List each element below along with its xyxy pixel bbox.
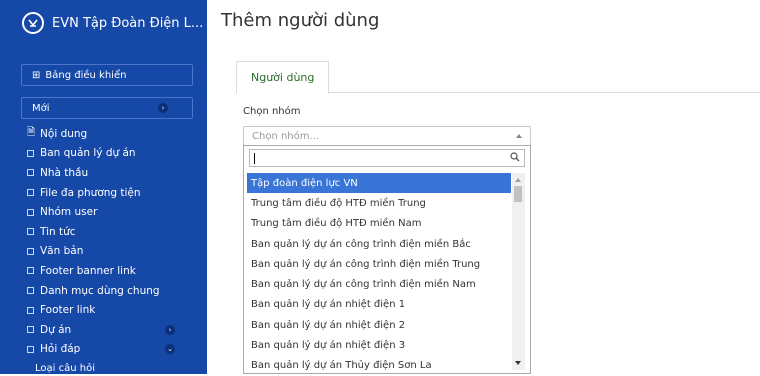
sidebar-item-ban-quan-ly-du-an[interactable]: Ban quản lý dự án (27, 144, 197, 164)
scroll-up-icon[interactable] (515, 178, 521, 182)
dropdown-option[interactable]: Ban quản lý dự án nhiệt điện 2 (247, 315, 511, 335)
square-icon (27, 306, 34, 314)
sidebar-item-nhom-user[interactable]: Nhóm user (27, 202, 197, 222)
sidebar-item-file-da-phuong-tien[interactable]: File đa phương tiện (27, 183, 197, 203)
sidebar: EVN Tập Đoàn Điện L... ⊞ Bảng điều khiển… (0, 0, 207, 374)
sidebar-item-du-an[interactable]: Dự án › (27, 320, 197, 340)
dashboard-button[interactable]: ⊞ Bảng điều khiển (21, 64, 193, 86)
dropdown-option[interactable]: Ban quản lý dự án nhiệt điện 1 (247, 295, 511, 315)
dropdown-scrollbar[interactable] (512, 173, 525, 370)
tab-nguoi-dung[interactable]: Người dùng (236, 61, 330, 94)
dropdown-option[interactable]: Ban quản lý dự án công trình điện miền T… (247, 254, 511, 274)
dropdown-option[interactable]: Ban quản lý dự án công trình điện miền B… (247, 234, 511, 254)
sidebar-item-label: Danh mục dùng chung (40, 284, 160, 297)
square-icon (27, 208, 34, 216)
chevron-down-icon: ⌄ (165, 344, 175, 355)
sidebar-menu: 🗎 Nội dung Ban quản lý dự án Nhà thầu Fil… (27, 124, 197, 374)
sidebar-item-van-ban[interactable]: Văn bản (27, 242, 197, 262)
dropdown-option[interactable]: Ban quản lý dự án Thủy điện Sơn La (247, 356, 511, 376)
sidebar-subitem-loai-cau-hoi[interactable]: Loại câu hỏi (27, 359, 197, 374)
tab-bar: Người dùng (236, 61, 760, 94)
sidebar-item-label: Văn bản (40, 245, 84, 258)
dropdown-options: Tập đoàn điện lực VN Trung tâm điều độ H… (247, 173, 511, 376)
sidebar-item-hoi-dap[interactable]: Hỏi đáp ⌄ (27, 340, 197, 360)
text-cursor (254, 152, 255, 164)
chevron-right-icon: › (158, 103, 168, 113)
group-label: Chọn nhóm (243, 106, 301, 117)
sidebar-item-label: Nhà thầu (40, 166, 89, 179)
brand-title: EVN Tập Đoàn Điện L... (52, 15, 204, 31)
scroll-down-icon[interactable] (515, 361, 521, 365)
square-icon (27, 345, 34, 353)
group-select[interactable]: Chọn nhóm... (243, 126, 531, 146)
dropdown-option[interactable]: Trung tâm điều độ HTĐ miền Nam (247, 214, 511, 234)
square-icon (27, 326, 34, 334)
sidebar-item-footer-banner-link[interactable]: Footer banner link (27, 261, 197, 281)
sidebar-item-label: File đa phương tiện (40, 186, 141, 199)
dropdown-option[interactable]: Trung tâm điều độ HTĐ miền Trung (247, 193, 511, 213)
sidebar-item-label: Nội dung (40, 127, 88, 140)
sidebar-item-noi-dung[interactable]: 🗎 Nội dung (27, 124, 197, 144)
sidebar-item-label: Ban quản lý dự án (40, 147, 136, 160)
sidebar-item-label: Footer link (40, 304, 96, 317)
sidebar-item-label: Tin tức (40, 225, 76, 238)
sidebar-item-nha-thau[interactable]: Nhà thầu (27, 163, 197, 183)
page-title: Thêm người dùng (221, 10, 380, 31)
scrollbar-thumb[interactable] (514, 186, 522, 202)
evn-logo-icon (22, 12, 44, 34)
square-icon (27, 228, 34, 236)
new-menu-button[interactable]: Mới › (21, 97, 193, 119)
brand[interactable]: EVN Tập Đoàn Điện L... (0, 0, 207, 46)
chevron-right-icon: › (165, 324, 175, 335)
caret-up-icon (516, 134, 522, 138)
new-label: Mới (32, 102, 50, 114)
square-icon (27, 287, 34, 295)
select-placeholder: Chọn nhóm... (252, 130, 320, 142)
sidebar-item-label: Nhóm user (40, 206, 98, 219)
square-icon (27, 247, 34, 255)
sidebar-item-label: Dự án (40, 323, 72, 336)
sidebar-item-label: Footer banner link (40, 264, 136, 277)
grid-icon: ⊞ (32, 69, 41, 81)
dropdown-option[interactable]: Ban quản lý dự án công trình điện miền N… (247, 274, 511, 294)
main-content: Thêm người dùng Người dùng Chọn nhóm Chọ… (207, 0, 760, 374)
sidebar-item-label: Hỏi đáp (40, 343, 81, 356)
square-icon (27, 169, 34, 177)
sidebar-item-footer-link[interactable]: Footer link (27, 300, 197, 320)
sidebar-item-tin-tuc[interactable]: Tin tức (27, 222, 197, 242)
sidebar-item-danh-muc-dung-chung[interactable]: Danh mục dùng chung (27, 281, 197, 301)
group-dropdown: Tập đoàn điện lực VN Trung tâm điều độ H… (243, 145, 531, 374)
search-icon (510, 151, 520, 165)
dropdown-option[interactable]: Tập đoàn điện lực VN (247, 173, 511, 194)
square-icon (27, 149, 34, 157)
dashboard-label: Bảng điều khiển (45, 69, 127, 81)
dropdown-option[interactable]: Ban quản lý dự án nhiệt điện 3 (247, 335, 511, 355)
square-icon (27, 189, 34, 197)
dropdown-search-input[interactable] (249, 149, 525, 167)
document-icon: 🗎 (27, 127, 36, 139)
square-icon (27, 267, 34, 275)
